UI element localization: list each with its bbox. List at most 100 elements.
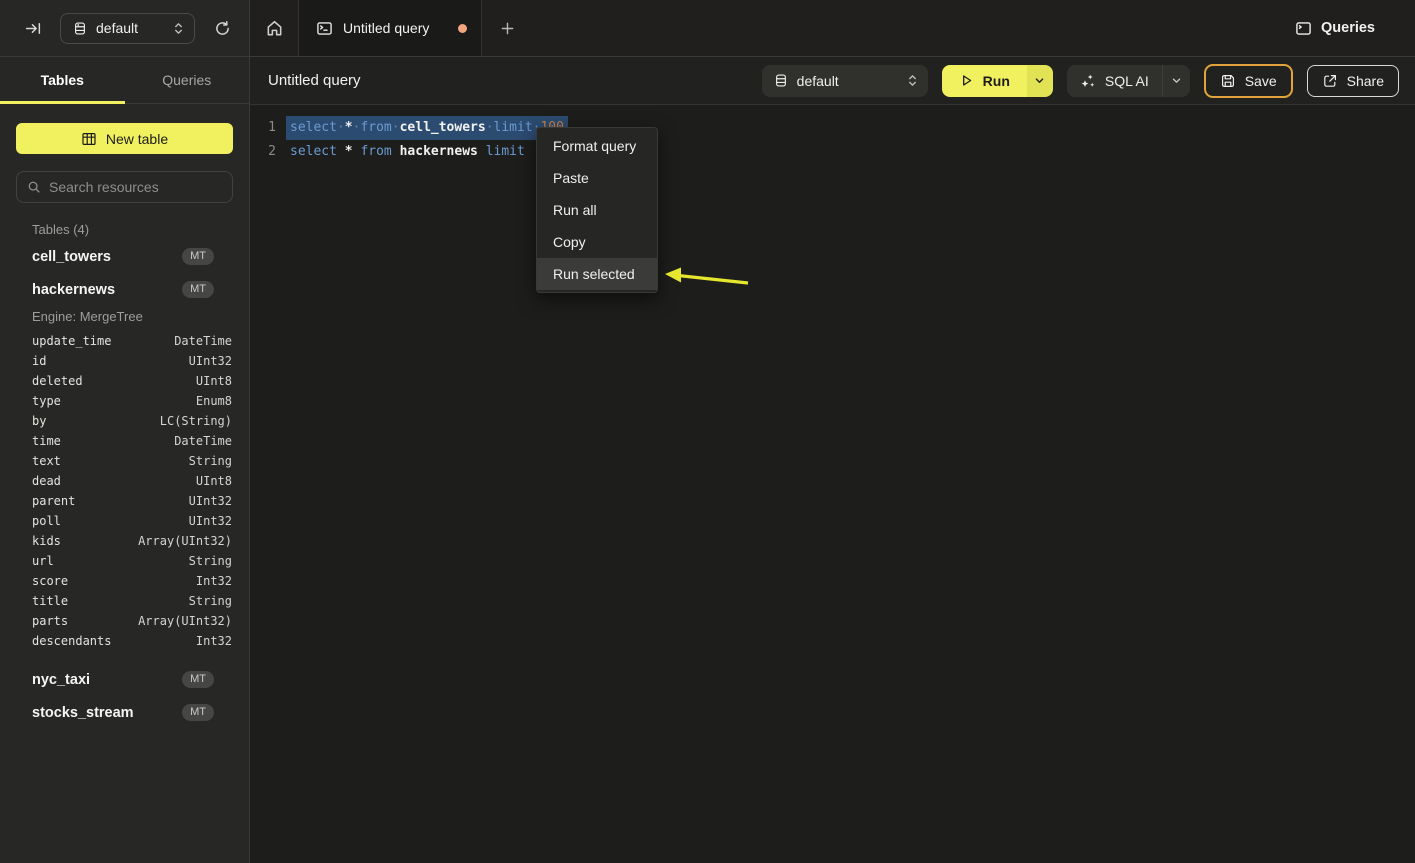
sidebar-tabs: Tables Queries <box>0 57 249 104</box>
column-type: Enum8 <box>196 394 232 408</box>
table-row[interactable]: hackernewsMT <box>0 273 249 306</box>
token-op: * <box>345 144 353 159</box>
sparkles-icon <box>1080 73 1096 89</box>
token-op: * <box>345 120 353 135</box>
column-row: partsArray(UInt32) <box>0 611 249 631</box>
column-type: UInt32 <box>189 494 232 508</box>
column-type: Int32 <box>196 634 232 648</box>
column-type: Array(UInt32) <box>138 614 232 628</box>
database-icon <box>774 73 788 88</box>
queries-icon <box>1295 20 1312 37</box>
share-icon <box>1322 73 1338 89</box>
line-number: 2 <box>250 140 276 164</box>
table-row[interactable]: stocks_streamMT <box>0 696 249 729</box>
code-line-content-selected[interactable]: select·*·from·cell_towers·limit·100 <box>286 116 568 140</box>
engine-badge: MT <box>182 704 214 721</box>
whitespace-dot: · <box>337 120 345 135</box>
menu-item-run-all[interactable]: Run all <box>537 194 657 226</box>
run-button[interactable]: Run <box>942 65 1027 97</box>
column-row: typeEnum8 <box>0 391 249 411</box>
queries-button[interactable]: Queries <box>1295 20 1375 37</box>
column-name: deleted <box>32 374 196 388</box>
new-table-button[interactable]: New table <box>16 123 233 154</box>
column-name: update_time <box>32 334 174 348</box>
column-row: update_timeDateTime <box>0 331 249 351</box>
menu-item-copy[interactable]: Copy <box>537 226 657 258</box>
tab-untitled-query[interactable]: Untitled query <box>298 0 482 56</box>
sidebar-tab-queries[interactable]: Queries <box>125 57 250 103</box>
query-database-selector[interactable]: default <box>762 65 928 97</box>
database-selector[interactable]: default <box>60 13 195 44</box>
column-type: String <box>189 454 232 468</box>
token-id: cell_towers <box>400 120 486 135</box>
column-row: byLC(String) <box>0 411 249 431</box>
topbar: default <box>0 0 1415 57</box>
database-icon <box>73 21 87 36</box>
table-name: cell_towers <box>32 249 182 265</box>
column-name: text <box>32 454 189 468</box>
code-line-content[interactable]: select * from hackernews limit <box>290 140 525 164</box>
new-tab-icon[interactable] <box>482 0 532 56</box>
context-menu: Format queryPasteRun allCopyRun selected <box>536 127 658 293</box>
column-name: poll <box>32 514 189 528</box>
column-row: textString <box>0 451 249 471</box>
main-panel: Untitled query default <box>250 57 1415 863</box>
sql-editor[interactable]: 1select·*·from·cell_towers·limit·1002sel… <box>250 105 1415 863</box>
menu-item-paste[interactable]: Paste <box>537 162 657 194</box>
menu-item-format-query[interactable]: Format query <box>537 130 657 162</box>
column-row: deadUInt8 <box>0 471 249 491</box>
share-button[interactable]: Share <box>1307 65 1399 97</box>
query-title: Untitled query <box>268 72 361 89</box>
column-name: parent <box>32 494 189 508</box>
refresh-icon[interactable] <box>209 15 235 41</box>
topbar-right: Queries <box>1295 0 1415 56</box>
run-options-caret[interactable] <box>1027 65 1053 97</box>
topbar-left: default <box>0 0 250 56</box>
code-line: 1select·*·from·cell_towers·limit·100 <box>250 116 1415 140</box>
table-name: stocks_stream <box>32 705 182 721</box>
column-row: urlString <box>0 551 249 571</box>
terminal-icon <box>316 20 333 37</box>
home-icon[interactable] <box>250 0 298 56</box>
save-button[interactable]: Save <box>1204 64 1293 98</box>
column-type: LC(String) <box>160 414 232 428</box>
token-kw: limit <box>494 120 533 135</box>
table-name: nyc_taxi <box>32 672 182 688</box>
query-header: Untitled query default <box>250 57 1415 105</box>
column-row: kidsArray(UInt32) <box>0 531 249 551</box>
chevron-updown-icon <box>173 22 184 35</box>
sidebar-tab-tables[interactable]: Tables <box>0 57 125 103</box>
column-name: title <box>32 594 189 608</box>
sidebar: Tables Queries New table <box>0 57 250 863</box>
save-label: Save <box>1245 73 1277 89</box>
token-kw: select <box>290 144 337 159</box>
table-row[interactable]: nyc_taxiMT <box>0 663 249 696</box>
column-type: DateTime <box>174 334 232 348</box>
column-type: String <box>189 594 232 608</box>
search-input[interactable] <box>49 179 222 195</box>
column-row: titleString <box>0 591 249 611</box>
play-icon <box>959 73 974 88</box>
queries-label: Queries <box>1321 20 1375 36</box>
collapse-sidebar-icon[interactable] <box>20 15 46 41</box>
table-name: hackernews <box>32 282 182 298</box>
column-name: kids <box>32 534 138 548</box>
tables-list: cell_towersMThackernewsMTEngine: MergeTr… <box>0 240 249 729</box>
menu-item-run-selected[interactable]: Run selected <box>537 258 657 290</box>
sql-ai-caret[interactable] <box>1162 65 1190 97</box>
column-type: DateTime <box>174 434 232 448</box>
token-id: hackernews <box>400 144 478 159</box>
line-number: 1 <box>250 116 276 140</box>
column-type: UInt8 <box>196 374 232 388</box>
chevron-updown-icon <box>907 74 918 87</box>
sql-ai-button[interactable]: SQL AI <box>1067 65 1162 97</box>
engine-badge: MT <box>182 281 214 298</box>
spacer <box>0 655 249 663</box>
engine-badge: MT <box>182 671 214 688</box>
new-table-label: New table <box>106 131 168 147</box>
table-row[interactable]: cell_towersMT <box>0 240 249 273</box>
table-grid-icon <box>81 131 97 147</box>
sql-ai-label: SQL AI <box>1105 73 1149 89</box>
column-row: pollUInt32 <box>0 511 249 531</box>
column-name: dead <box>32 474 196 488</box>
